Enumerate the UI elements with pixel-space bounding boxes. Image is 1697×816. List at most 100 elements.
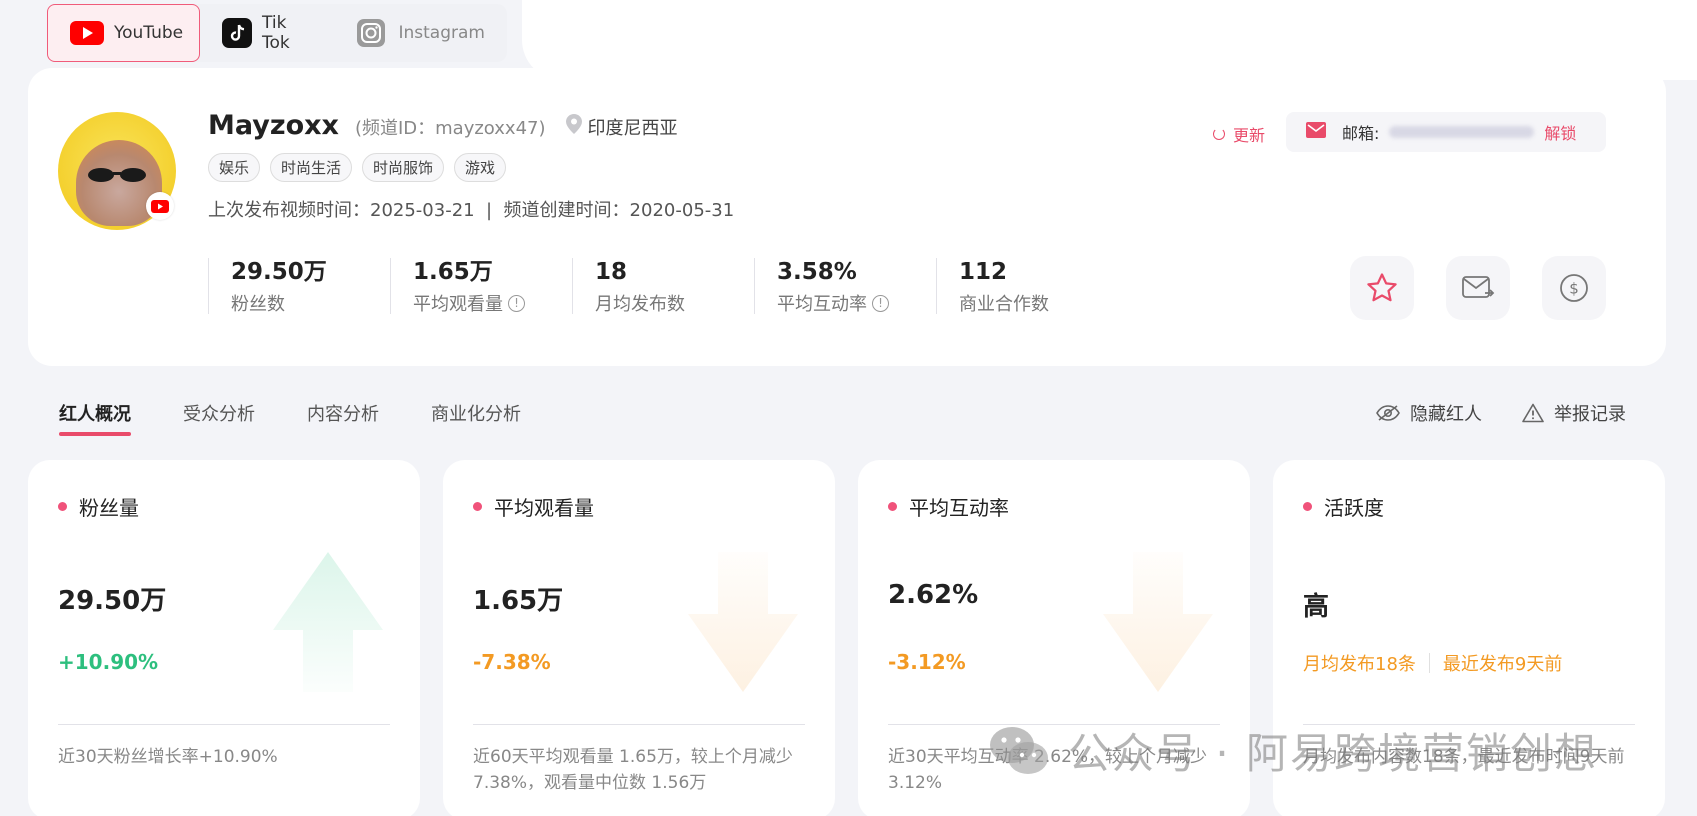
info-icon[interactable]: ! xyxy=(872,294,889,312)
stat-label: 平均互动率! xyxy=(777,290,936,316)
metric-change: -3.12% xyxy=(888,650,966,674)
down-arrow-icon xyxy=(1103,552,1213,692)
metric-card-activity: 活跃度 高 月均发布18条 最近发布9天前 月均发布内容数18条，最近发布时间9… xyxy=(1273,460,1665,816)
tab-tiktok-label: Tik Tok xyxy=(262,13,290,53)
channel-id: (频道ID：mayzoxx47) xyxy=(354,118,546,139)
location-pin-icon xyxy=(565,114,582,139)
stat-engagement: 3.58% 平均互动率! xyxy=(754,258,936,316)
info-icon[interactable]: ! xyxy=(508,294,525,312)
location: 印度尼西亚 xyxy=(565,114,678,140)
favorite-button[interactable] xyxy=(1350,256,1414,320)
metric-value: 1.65万 xyxy=(473,586,564,616)
metric-description: 近30天粉丝增长率+10.90% xyxy=(58,747,278,767)
stat-fans: 29.50万 粉丝数 xyxy=(208,258,390,316)
metric-title: 活跃度 xyxy=(1303,492,1384,521)
stat-value: 18 xyxy=(595,259,628,285)
metric-value: 2.62% xyxy=(888,580,979,610)
stat-collabs: 112 商业合作数 xyxy=(936,258,1118,315)
divider xyxy=(473,724,805,725)
stat-value: 3.58% xyxy=(777,259,857,285)
tag[interactable]: 时尚服饰 xyxy=(362,153,445,182)
tag[interactable]: 娱乐 xyxy=(208,153,261,182)
stat-label: 粉丝数 xyxy=(231,290,390,316)
tab-tiktok[interactable]: Tik Tok xyxy=(200,4,331,62)
refresh-icon xyxy=(1213,128,1225,140)
warning-icon xyxy=(1522,403,1544,423)
hide-influencer-button[interactable]: 隐藏红人 xyxy=(1376,400,1482,426)
tag[interactable]: 游戏 xyxy=(454,153,507,182)
metric-title: 平均观看量 xyxy=(473,492,594,521)
email-label: 邮箱: xyxy=(1342,124,1380,143)
stat-avg-views: 1.65万 平均观看量! xyxy=(390,258,572,315)
section-tabs: 红人概况 受众分析 内容分析 商业化分析 xyxy=(59,400,521,436)
name-row: Mayzoxx (频道ID：mayzoxx47) 印度尼西亚 xyxy=(208,110,678,141)
metric-description: 近30天平均互动率 2.62%，较上个月减少 3.12% xyxy=(888,747,1208,793)
refresh-label: 更新 xyxy=(1233,126,1266,145)
metric-change: +10.90% xyxy=(58,650,159,674)
stat-label-text: 商业合作数 xyxy=(959,294,1049,315)
action-buttons: $ xyxy=(1350,256,1606,320)
stat-value: 112 xyxy=(959,259,1008,285)
youtube-icon xyxy=(70,18,104,48)
influencer-name: Mayzoxx xyxy=(208,110,339,141)
platform-tabs: YouTube Tik Tok Instagram xyxy=(47,4,507,62)
tab-instagram-label: Instagram xyxy=(398,23,486,43)
divider xyxy=(1428,653,1430,673)
monthly-posts: 月均发布18条 xyxy=(1303,654,1416,675)
refresh-button[interactable]: 更新 xyxy=(1213,122,1265,146)
tag[interactable]: 时尚生活 xyxy=(270,153,353,182)
metric-title: 粉丝量 xyxy=(58,492,139,521)
instagram-icon xyxy=(353,18,389,48)
metric-card-views: 平均观看量 1.65万 -7.38% 近60天平均观看量 1.65万，较上个月减… xyxy=(443,460,835,816)
stat-value: 29.50万 xyxy=(231,259,327,285)
unlock-button[interactable]: 解锁 xyxy=(1544,120,1576,144)
tab-content[interactable]: 内容分析 xyxy=(307,400,379,436)
tab-youtube[interactable]: YouTube xyxy=(47,4,200,62)
activity-subinfo: 月均发布18条 最近发布9天前 xyxy=(1303,650,1562,676)
tab-audience[interactable]: 受众分析 xyxy=(183,400,255,436)
svg-text:$: $ xyxy=(1569,280,1579,298)
title-dot xyxy=(1303,502,1312,511)
email-blurred xyxy=(1389,126,1535,138)
metric-title-text: 粉丝量 xyxy=(79,496,139,520)
divider xyxy=(58,724,390,725)
mail-forward-icon xyxy=(1462,276,1495,298)
stat-value: 1.65万 xyxy=(413,259,493,285)
tiktok-icon xyxy=(222,18,252,48)
divider xyxy=(1303,724,1635,725)
report-history-label: 举报记录 xyxy=(1554,404,1626,425)
tab-overview[interactable]: 红人概况 xyxy=(59,400,131,436)
metric-value: 高 xyxy=(1303,592,1330,622)
category-tags: 娱乐 时尚生活 时尚服饰 游戏 xyxy=(208,153,507,182)
recent-post: 最近发布9天前 xyxy=(1442,654,1563,675)
metric-title: 平均互动率 xyxy=(888,492,1009,521)
sunglasses-icon xyxy=(88,168,146,182)
hide-influencer-label: 隐藏红人 xyxy=(1410,404,1482,425)
up-arrow-icon xyxy=(273,552,383,692)
stat-label-text: 平均观看量 xyxy=(413,294,503,315)
email-box: 邮箱: 解锁 xyxy=(1286,112,1606,152)
stat-label-text: 月均发布数 xyxy=(595,294,685,315)
title-dot xyxy=(58,502,67,511)
stat-label-text: 粉丝数 xyxy=(231,294,285,315)
title-dot xyxy=(888,502,897,511)
metric-value: 29.50万 xyxy=(58,586,167,616)
report-history-button[interactable]: 举报记录 xyxy=(1522,400,1626,426)
mail-icon xyxy=(1306,122,1326,142)
stat-label-text: 平均互动率 xyxy=(777,294,867,315)
right-actions: 隐藏红人 举报记录 xyxy=(1376,400,1626,426)
eye-off-icon xyxy=(1376,405,1400,421)
publish-dates: 上次发布视频时间：2025-03-21 | 频道创建时间：2020-05-31 xyxy=(208,200,735,221)
pricing-button[interactable]: $ xyxy=(1542,256,1606,320)
metric-description: 月均发布内容数18条，最近发布时间9天前 xyxy=(1303,747,1625,767)
send-message-button[interactable] xyxy=(1446,256,1510,320)
youtube-badge-icon xyxy=(146,192,174,220)
tab-commercial[interactable]: 商业化分析 xyxy=(431,400,521,436)
profile-card: Mayzoxx (频道ID：mayzoxx47) 印度尼西亚 娱乐 时尚生活 时… xyxy=(28,68,1666,366)
metric-description: 近60天平均观看量 1.65万，较上个月减少 7.38%，观看量中位数 1.56… xyxy=(473,747,793,793)
metric-title-text: 平均互动率 xyxy=(909,496,1009,520)
metric-card-fans: 粉丝量 29.50万 +10.90% 近30天粉丝增长率+10.90% xyxy=(28,460,420,816)
metric-title-text: 活跃度 xyxy=(1324,496,1384,520)
tab-instagram[interactable]: Instagram xyxy=(331,4,508,62)
metric-title-text: 平均观看量 xyxy=(494,496,594,520)
